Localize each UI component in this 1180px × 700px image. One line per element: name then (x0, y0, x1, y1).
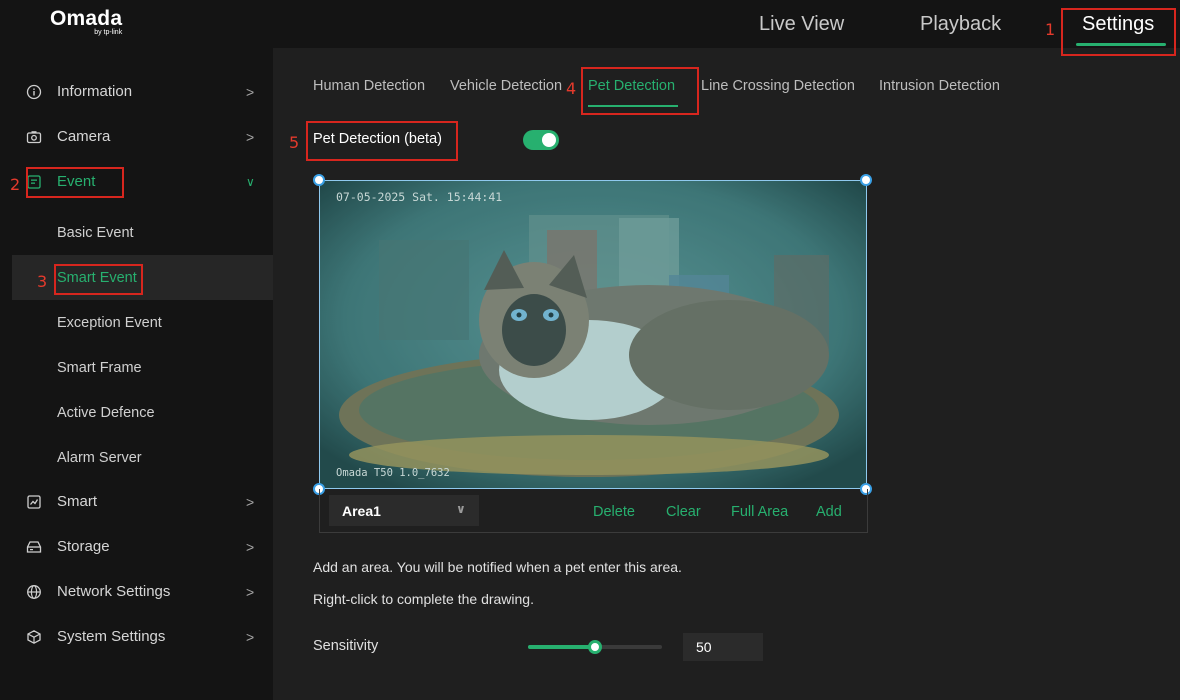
delete-button[interactable]: Delete (593, 504, 635, 520)
sidebar-item-label: Camera (57, 128, 111, 145)
annotation-box-pet-toggle (306, 121, 458, 161)
annotation-number: 2 (10, 175, 21, 194)
brand-name: Omada (50, 7, 123, 30)
chevron-right-icon: > (246, 128, 255, 145)
detection-area-outline (319, 180, 867, 489)
sidebar-item-system-settings[interactable]: System Settings > (0, 614, 273, 659)
annotation-box-smart-event (54, 264, 143, 295)
annotation-box-settings (1061, 8, 1176, 56)
sidebar-sub-label: Exception Event (57, 314, 162, 331)
nav-playback[interactable]: Playback (920, 0, 1001, 48)
annotation-number: 5 (289, 133, 300, 152)
sensitivity-label: Sensitivity (313, 638, 379, 654)
area-select-value: Area1 (342, 502, 381, 519)
chevron-down-icon: ∨ (456, 502, 466, 516)
pet-detection-toggle[interactable] (523, 130, 559, 150)
camera-icon (26, 129, 42, 145)
clear-button[interactable]: Clear (666, 504, 701, 520)
nav-live-view[interactable]: Live View (759, 0, 844, 48)
toggle-knob (542, 133, 556, 147)
area-handle-top-left[interactable] (313, 174, 325, 186)
chevron-right-icon: > (246, 628, 255, 645)
sidebar-item-smart[interactable]: Smart > (0, 479, 273, 524)
sidebar-sub-label: Smart Frame (57, 359, 142, 376)
annotation-number: 4 (566, 79, 577, 98)
tab-vehicle-detection[interactable]: Vehicle Detection (450, 78, 562, 94)
info-icon (26, 84, 42, 100)
area-select[interactable]: Area1 ∨ (329, 495, 479, 526)
sidebar-sub-alarm-server[interactable]: Alarm Server (0, 435, 273, 480)
sidebar-item-camera[interactable]: Camera > (0, 114, 273, 159)
tab-line-crossing-detection[interactable]: Line Crossing Detection (701, 78, 855, 94)
sidebar-item-label: Information (57, 83, 133, 100)
storage-icon (26, 539, 42, 555)
sidebar-sub-label: Active Defence (57, 404, 155, 421)
sidebar-item-label: Smart (57, 493, 98, 510)
annotation-box-pet-tab (581, 67, 699, 115)
chevron-right-icon: > (246, 493, 255, 510)
tab-human-detection[interactable]: Human Detection (313, 78, 425, 94)
sidebar-item-label: Storage (57, 538, 110, 555)
annotation-number: 1 (1045, 20, 1056, 39)
sidebar-sub-exception-event[interactable]: Exception Event (0, 300, 273, 345)
sidebar-sub-active-defence[interactable]: Active Defence (0, 390, 273, 435)
sidebar-sub-label: Alarm Server (57, 449, 142, 466)
sensitivity-slider[interactable] (528, 640, 662, 654)
drawing-hint-text: Right-click to complete the drawing. (313, 591, 534, 607)
annotation-box-event (26, 167, 124, 198)
annotation-number: 3 (37, 272, 48, 291)
cube-icon (26, 629, 42, 645)
sidebar-sub-smart-frame[interactable]: Smart Frame (0, 345, 273, 390)
chevron-down-icon: ∨ (246, 174, 255, 189)
sidebar-item-network-settings[interactable]: Network Settings > (0, 569, 273, 614)
full-area-button[interactable]: Full Area (731, 504, 788, 520)
brand-sub: by tp-link (94, 29, 123, 36)
chart-icon (26, 494, 42, 510)
chevron-right-icon: > (246, 583, 255, 600)
sidebar-item-label: System Settings (57, 628, 166, 645)
omada-logo: Omada by tp-link (50, 7, 123, 37)
sensitivity-slider-thumb[interactable] (588, 640, 602, 654)
sidebar-item-label: Network Settings (57, 583, 171, 600)
sensitivity-slider-fill (528, 645, 595, 649)
sidebar-item-storage[interactable]: Storage > (0, 524, 273, 569)
area-handle-top-right[interactable] (860, 174, 872, 186)
globe-icon (26, 584, 42, 600)
sidebar-item-information[interactable]: Information > (0, 69, 273, 114)
chevron-right-icon: > (246, 538, 255, 555)
area-hint-text: Add an area. You will be notified when a… (313, 559, 682, 575)
sidebar-sub-basic-event[interactable]: Basic Event (0, 210, 273, 255)
sensitivity-value-field[interactable]: 50 (683, 633, 763, 661)
add-button[interactable]: Add (816, 504, 842, 520)
chevron-right-icon: > (246, 83, 255, 100)
sidebar-sub-label: Basic Event (57, 224, 134, 241)
tab-intrusion-detection[interactable]: Intrusion Detection (879, 78, 1000, 94)
top-bar: Omada by tp-link Live View Playback Sett… (0, 0, 1180, 48)
